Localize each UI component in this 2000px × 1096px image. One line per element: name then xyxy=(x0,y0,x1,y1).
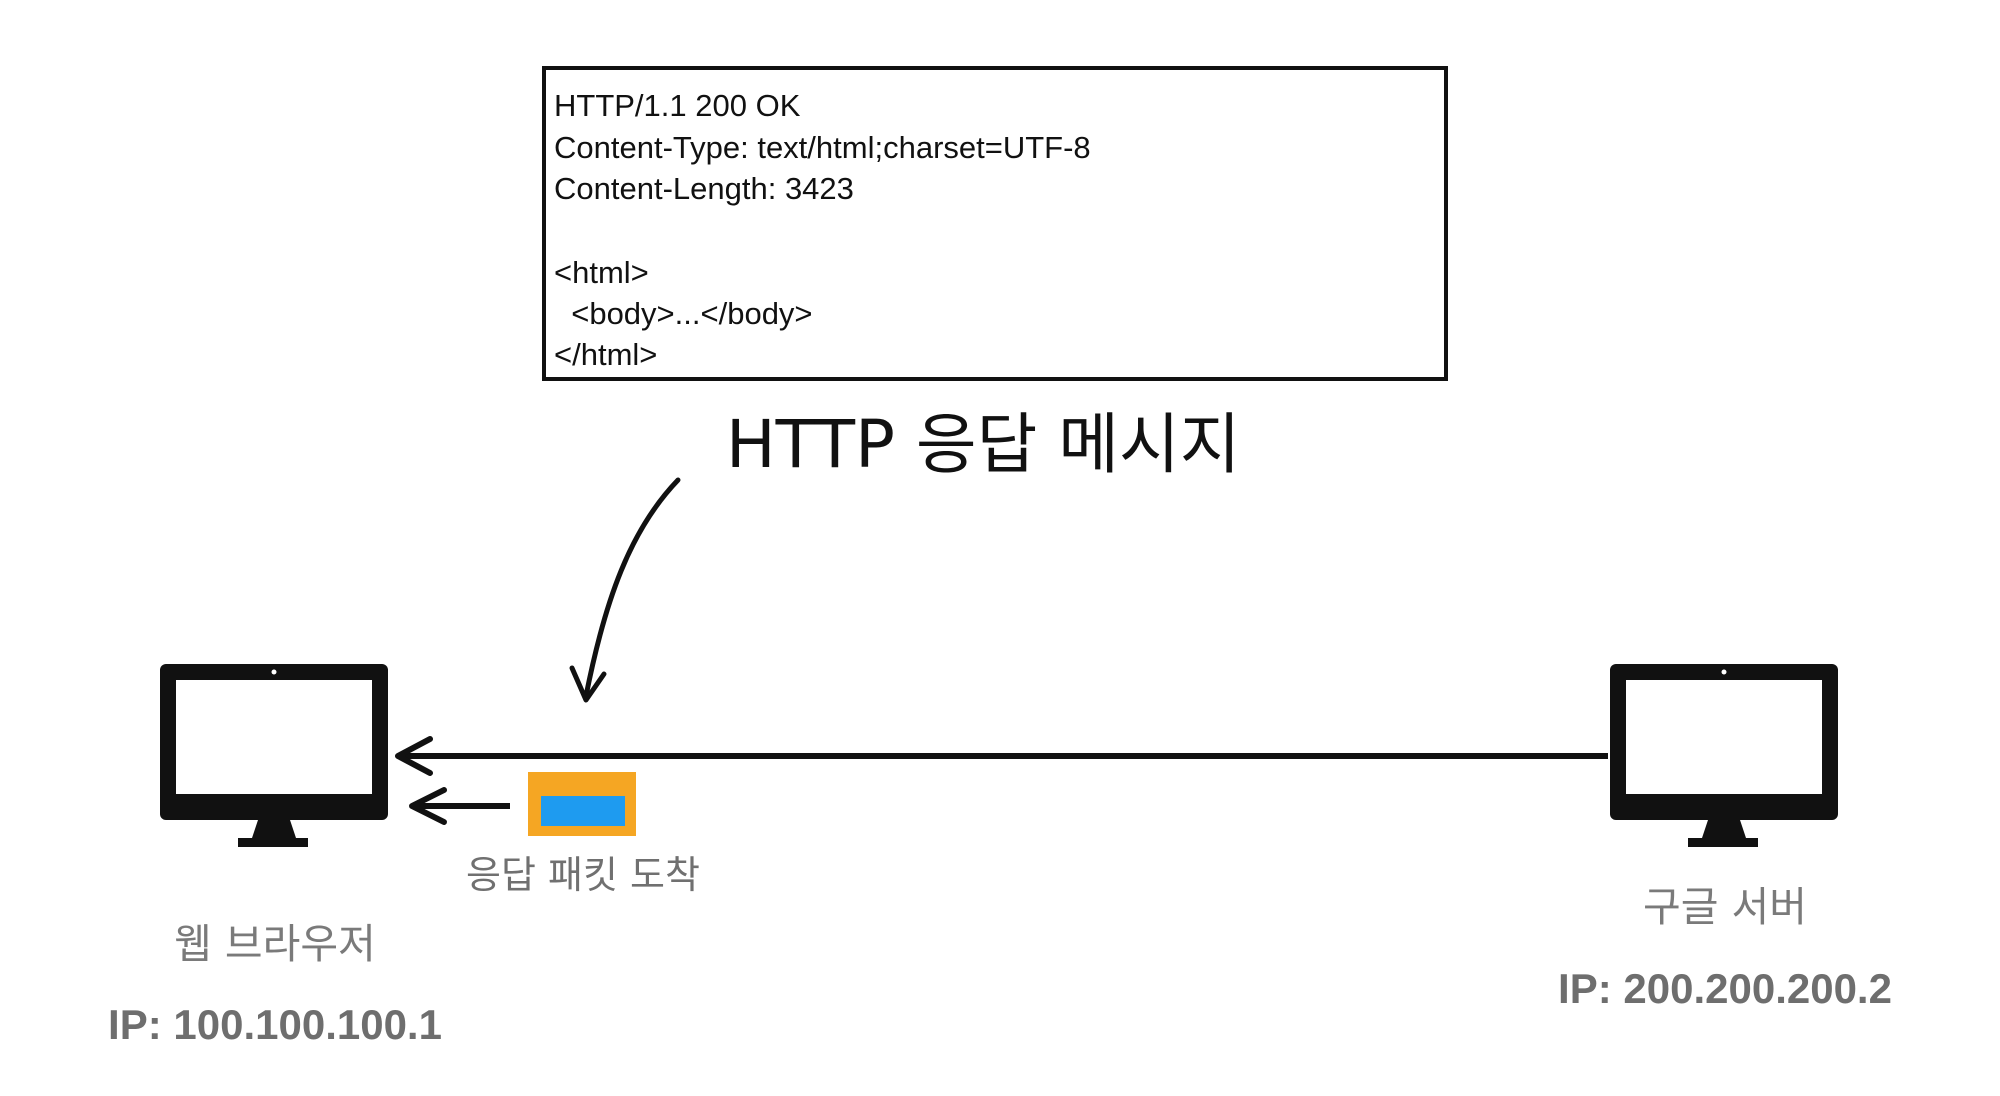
response-packet-icon xyxy=(528,772,636,836)
server-name: 구글 서버 xyxy=(1643,883,1807,931)
response-arrow xyxy=(395,736,1608,776)
title-pointer-arrow xyxy=(569,477,681,703)
client-ip: IP: 100.100.100.1 xyxy=(108,1001,442,1048)
body-html-open: <html> xyxy=(554,255,649,290)
diagram-title: HTTP 응답 메시지 xyxy=(726,406,1241,483)
client-name: 웹 브라우저 xyxy=(174,920,376,968)
client-monitor-icon xyxy=(160,664,388,847)
server-ip: IP: 200.200.200.2 xyxy=(1558,965,1892,1012)
http-response-message-box: HTTP/1.1 200 OK Content-Type: text/html;… xyxy=(542,66,1448,381)
body-content: <body>...</body> xyxy=(554,296,813,331)
content-length-header: Content-Length: 3423 xyxy=(554,171,854,206)
packet-arrow xyxy=(409,787,510,825)
body-html-close: </html> xyxy=(554,337,658,372)
packet-label: 응답 패킷 도착 xyxy=(466,853,700,897)
status-line: HTTP/1.1 200 OK xyxy=(554,88,801,123)
server-monitor-icon xyxy=(1610,664,1838,847)
content-type-header: Content-Type: text/html;charset=UTF-8 xyxy=(554,130,1091,165)
http-response-diagram: HTTP/1.1 200 OK Content-Type: text/html;… xyxy=(0,0,2000,1096)
